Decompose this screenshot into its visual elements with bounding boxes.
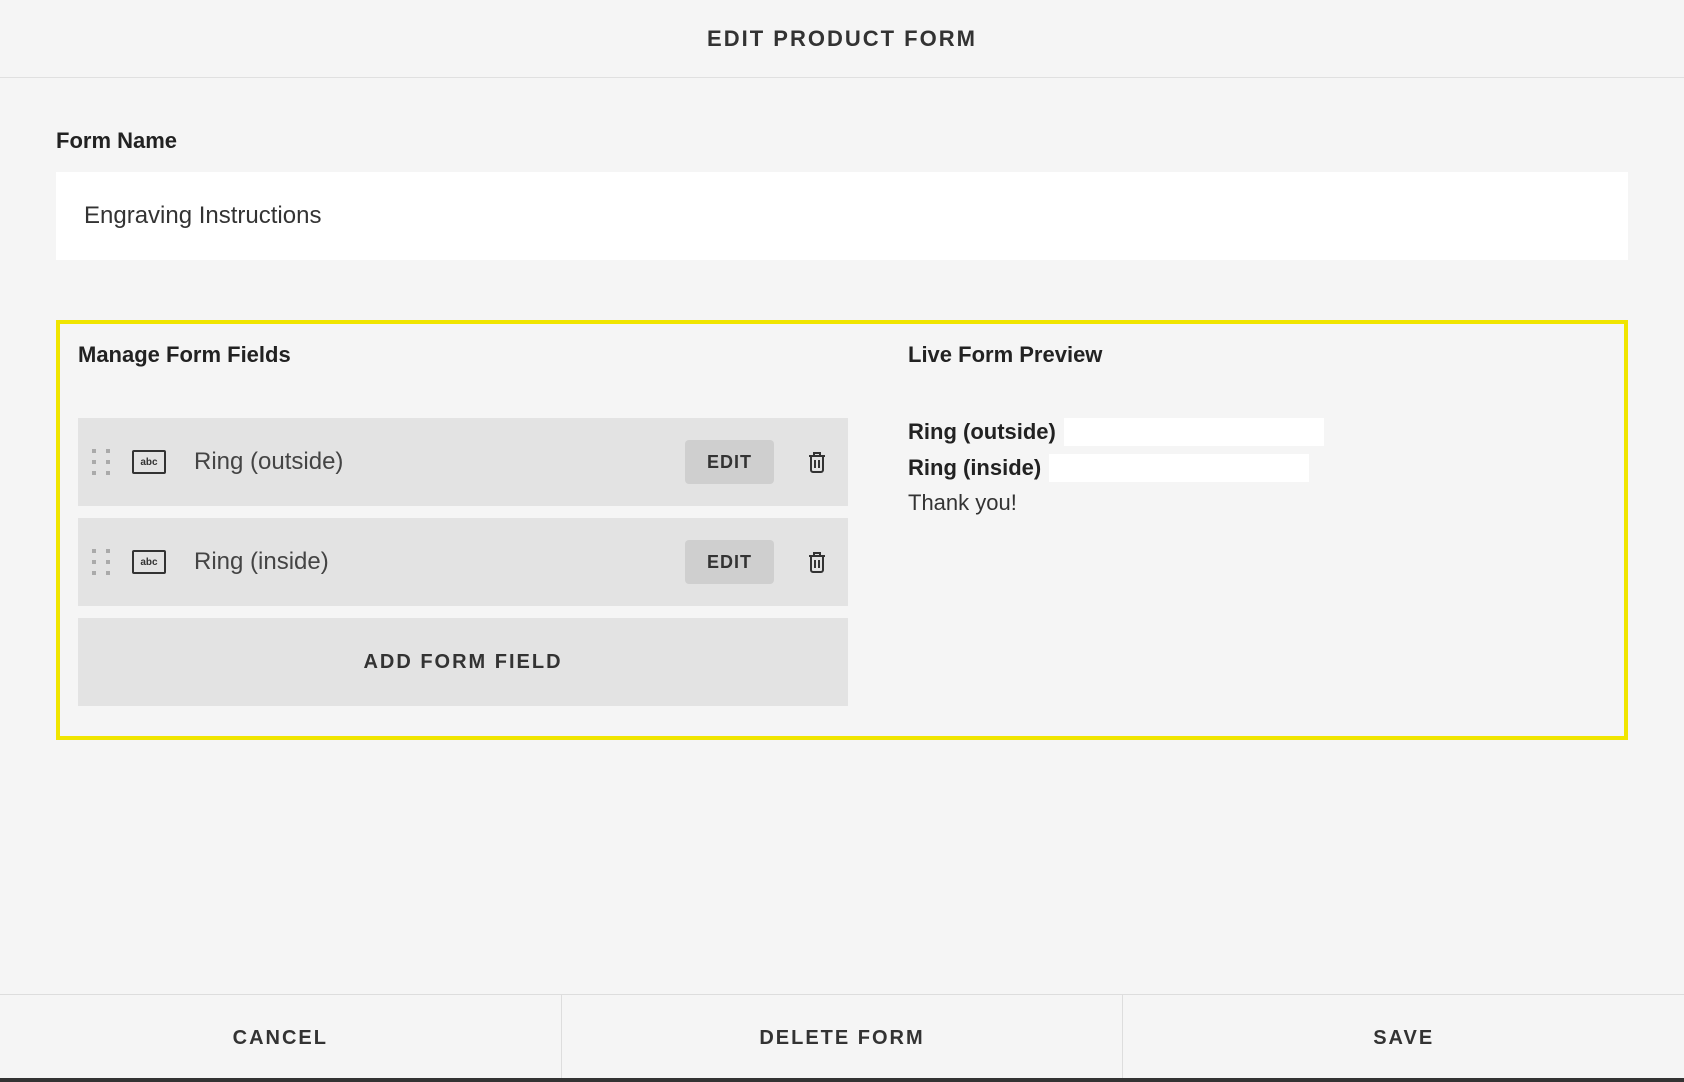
dialog-footer: CANCEL DELETE FORM SAVE: [0, 994, 1684, 1082]
preview-field-label: Ring (outside): [908, 419, 1056, 445]
dialog-content: Form Name Manage Form Fields abc Ring (o…: [0, 78, 1684, 740]
edit-field-button[interactable]: EDIT: [685, 540, 774, 584]
add-form-field-button[interactable]: ADD FORM FIELD: [78, 618, 848, 706]
form-field-label: Ring (outside): [194, 448, 685, 476]
dialog-title: EDIT PRODUCT FORM: [707, 26, 977, 52]
preview-field-row: Ring (inside): [908, 454, 1606, 482]
dialog-header: EDIT PRODUCT FORM: [0, 0, 1684, 78]
delete-field-button[interactable]: [804, 447, 830, 477]
cancel-button[interactable]: CANCEL: [0, 995, 562, 1082]
delete-form-button[interactable]: DELETE FORM: [562, 995, 1124, 1082]
preview-thankyou-text: Thank you!: [908, 490, 1606, 516]
text-field-type-icon: abc: [132, 550, 166, 574]
drag-handle-icon[interactable]: [92, 549, 110, 575]
delete-field-button[interactable]: [804, 547, 830, 577]
live-preview-title: Live Form Preview: [908, 342, 1606, 368]
drag-handle-icon[interactable]: [92, 449, 110, 475]
form-field-label: Ring (inside): [194, 548, 685, 576]
manage-fields-column: Manage Form Fields abc Ring (outside) ED…: [78, 342, 848, 706]
edit-field-button[interactable]: EDIT: [685, 440, 774, 484]
text-field-type-icon: abc: [132, 450, 166, 474]
fields-and-preview-section: Manage Form Fields abc Ring (outside) ED…: [56, 320, 1628, 740]
live-preview-column: Live Form Preview Ring (outside) Ring (i…: [908, 342, 1606, 706]
trash-icon: [807, 450, 827, 474]
manage-fields-title: Manage Form Fields: [78, 342, 848, 368]
form-field-row: abc Ring (inside) EDIT: [78, 518, 848, 606]
preview-field-value: [1064, 418, 1324, 446]
trash-icon: [807, 550, 827, 574]
save-button[interactable]: SAVE: [1123, 995, 1684, 1082]
form-field-row: abc Ring (outside) EDIT: [78, 418, 848, 506]
bottom-edge: [0, 1078, 1684, 1082]
preview-field-label: Ring (inside): [908, 455, 1041, 481]
form-name-input[interactable]: [56, 172, 1628, 260]
preview-field-value: [1049, 454, 1309, 482]
preview-field-row: Ring (outside): [908, 418, 1606, 446]
form-name-label: Form Name: [56, 128, 1628, 154]
